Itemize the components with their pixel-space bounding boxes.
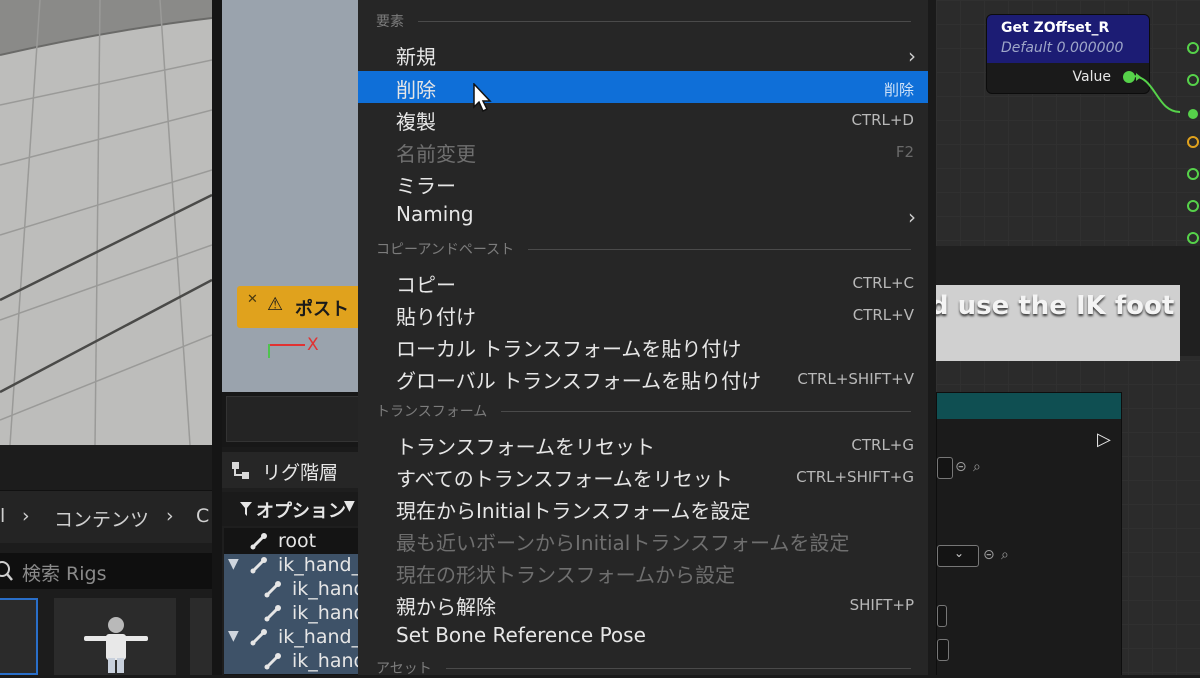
options-dropdown[interactable]: オプション ▼ bbox=[222, 492, 358, 526]
asset-thumbnail[interactable] bbox=[0, 598, 38, 675]
dropdown[interactable]: ⌄ bbox=[937, 545, 979, 567]
wire-connection bbox=[1131, 75, 1181, 113]
tree-row[interactable]: ▼ ik_hand_ bbox=[224, 554, 362, 578]
bone-icon bbox=[250, 629, 267, 646]
menu-item-paste-global-transform[interactable]: グローバル トランスフォームを貼り付け CTRL+SHIFT+V bbox=[358, 362, 928, 394]
context-menu: 要素 新規 › 削除 削除 複製 CTRL+D 名前変更 F2 ミラー Nami… bbox=[358, 0, 928, 678]
rig-graph[interactable]: Get ZOffset_R Default 0.000000 Value d u… bbox=[936, 0, 1200, 675]
menu-section-header: トランスフォーム bbox=[376, 401, 911, 421]
menu-item-paste-local-transform[interactable]: ローカル トランスフォームを貼り付け bbox=[358, 330, 928, 362]
panel-splitter[interactable] bbox=[212, 0, 222, 675]
bone-label: ik_hand_ bbox=[278, 554, 362, 576]
x-axis-gizmo bbox=[269, 344, 305, 346]
chevron-right-icon: › bbox=[908, 205, 916, 229]
menu-item-reset-transform[interactable]: トランスフォームをリセット CTRL+G bbox=[358, 428, 928, 460]
close-icon[interactable]: ✕ bbox=[247, 292, 258, 307]
input-field[interactable] bbox=[937, 639, 949, 661]
warning-toast: ✕ ⚠ ポスト bbox=[237, 286, 367, 328]
input-field[interactable] bbox=[937, 457, 953, 479]
search-icon[interactable]: ⌕ bbox=[1001, 547, 1009, 563]
menu-item-copy[interactable]: コピー CTRL+C bbox=[358, 266, 928, 298]
level-viewport[interactable] bbox=[0, 0, 212, 445]
asset-thumbnail[interactable] bbox=[54, 598, 176, 675]
filter-icon bbox=[240, 502, 252, 516]
tree-row[interactable]: ik_hand bbox=[224, 650, 366, 674]
menu-section-header: アセット bbox=[376, 658, 911, 678]
tree-row[interactable]: ik_hand bbox=[224, 602, 366, 626]
expand-icon[interactable]: ▼ bbox=[228, 628, 239, 644]
options-label: オプション bbox=[256, 501, 346, 522]
menu-item-paste[interactable]: 貼り付け CTRL+V bbox=[358, 298, 928, 330]
breadcrumb-separator: › bbox=[22, 505, 30, 527]
bone-label: ik_hand_ bbox=[278, 626, 362, 648]
menu-item-reset-all-transforms[interactable]: すべてのトランスフォームをリセット CTRL+SHIFT+G bbox=[358, 460, 928, 492]
tree-row-root[interactable]: root bbox=[224, 530, 358, 554]
menu-item-set-initial-from-closest-bone: 最も近いボーンからInitialトランスフォームを設定 bbox=[396, 531, 850, 555]
asset-thumbnail[interactable] bbox=[190, 598, 212, 675]
viewport-toolbar bbox=[222, 392, 364, 447]
rig-hierarchy-panel: リグ階層 オプション ▼ root ▼ ik_hand_ ik_hand ik_… bbox=[222, 452, 366, 675]
function-node[interactable]: ▷ ⊝ ⌕ ⌄ ⊝ ⌕ bbox=[936, 392, 1122, 675]
chevron-down-icon: ⌄ bbox=[954, 546, 965, 560]
comment-text: d use the IK foot bbox=[936, 291, 1175, 321]
breadcrumb-item[interactable]: l bbox=[0, 505, 5, 527]
mouse-cursor-icon bbox=[473, 83, 492, 113]
rig-viewport[interactable] bbox=[222, 0, 358, 392]
chevron-down-icon: ▼ bbox=[344, 498, 355, 514]
menu-item-naming[interactable]: Naming › bbox=[358, 199, 928, 231]
menu-item-set-initial-from-current[interactable]: 現在からInitialトランスフォームを設定 bbox=[358, 492, 928, 524]
bone-icon bbox=[264, 581, 281, 598]
menu-section-header: コピーアンドペースト bbox=[376, 239, 911, 259]
bone-icon bbox=[250, 533, 267, 550]
search-input[interactable]: 検索 Rigs bbox=[0, 553, 212, 589]
menu-item-delete[interactable]: 削除 削除 bbox=[358, 71, 928, 103]
search-icon[interactable]: ⌕ bbox=[973, 459, 981, 475]
bone-label: ik_hand bbox=[292, 578, 366, 600]
y-axis-gizmo bbox=[268, 344, 270, 358]
tab-rig-hierarchy[interactable]: リグ階層 bbox=[222, 452, 358, 488]
menu-scrollbar[interactable] bbox=[928, 0, 936, 675]
menu-section-header: 要素 bbox=[376, 11, 911, 31]
bone-label: ik_hand bbox=[292, 602, 366, 624]
chevron-right-icon: › bbox=[908, 44, 916, 68]
bone-label: root bbox=[278, 530, 317, 552]
comment-box[interactable]: d use the IK foot bbox=[936, 285, 1180, 361]
warning-icon: ⚠ bbox=[267, 294, 284, 315]
search-icon bbox=[0, 561, 13, 581]
floor-grid bbox=[0, 0, 212, 445]
bone-label: ik_hand bbox=[292, 650, 366, 672]
breadcrumb-item[interactable]: コンテンツ bbox=[54, 505, 149, 532]
rig-tree: root ▼ ik_hand_ ik_hand ik_hand ▼ ik_han… bbox=[224, 528, 366, 675]
axis-label: X bbox=[307, 335, 319, 355]
bone-icon bbox=[264, 605, 281, 622]
tab-label: リグ階層 bbox=[262, 462, 339, 484]
menu-item-duplicate[interactable]: 複製 CTRL+D bbox=[358, 103, 928, 135]
hierarchy-icon bbox=[232, 462, 249, 479]
reset-icon[interactable]: ⊝ bbox=[983, 547, 995, 563]
character-thumbnail-icon bbox=[84, 617, 148, 673]
input-field[interactable] bbox=[937, 605, 947, 627]
menu-item-set-from-shape-transform: 現在の形状トランスフォームから設定 bbox=[396, 563, 735, 587]
menu-item-new[interactable]: 新規 › bbox=[358, 38, 928, 70]
breadcrumb-separator: › bbox=[166, 505, 174, 527]
breadcrumb: l › コンテンツ › C bbox=[0, 490, 212, 543]
menu-item-unparent[interactable]: 親から解除 SHIFT+P bbox=[358, 588, 928, 620]
bone-icon bbox=[250, 557, 267, 574]
menu-item-mirror[interactable]: ミラー bbox=[358, 167, 928, 199]
search-placeholder: 検索 Rigs bbox=[22, 563, 107, 585]
menu-item-rename: 名前変更 F2 bbox=[396, 142, 914, 166]
bone-icon bbox=[264, 653, 281, 670]
tree-row[interactable]: ▼ ik_hand_ bbox=[224, 626, 362, 650]
tree-row[interactable]: ik_hand bbox=[224, 578, 366, 602]
exec-pin-icon[interactable]: ▷ bbox=[1097, 429, 1111, 450]
menu-item-set-bone-reference-pose[interactable]: Set Bone Reference Pose bbox=[358, 620, 928, 652]
reset-icon[interactable]: ⊝ bbox=[955, 459, 967, 475]
breadcrumb-item[interactable]: C bbox=[196, 505, 209, 527]
expand-icon[interactable]: ▼ bbox=[228, 556, 239, 572]
toast-text: ポスト bbox=[295, 299, 349, 320]
